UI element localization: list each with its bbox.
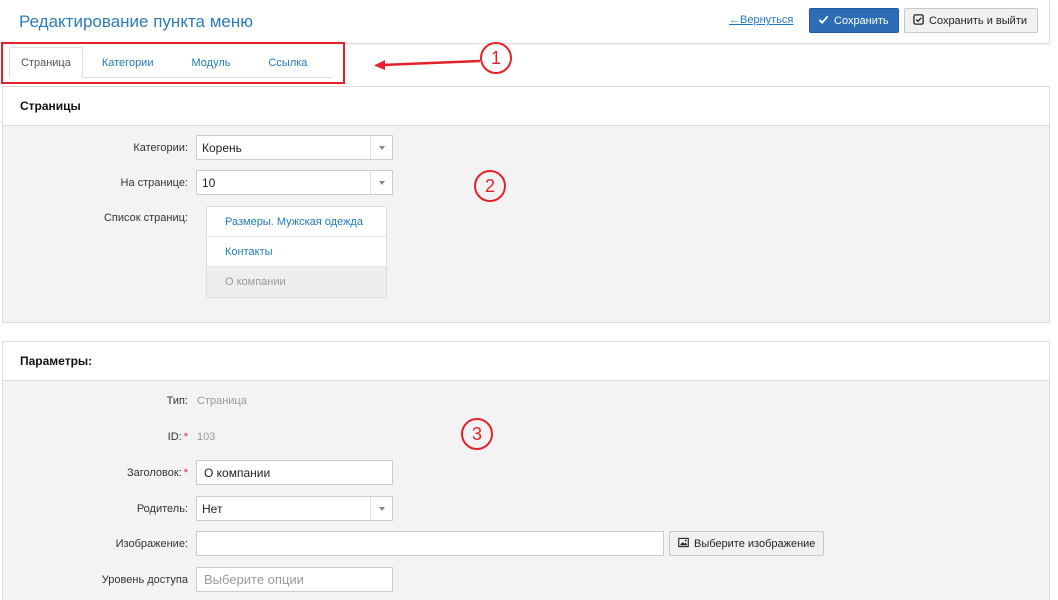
image-input[interactable] (196, 531, 664, 556)
per-page-select[interactable]: 10 (196, 170, 393, 195)
save-and-exit-label: Сохранить и выйти (929, 14, 1027, 27)
list-item[interactable]: Контакты (207, 237, 386, 267)
pages-list-label-row: Список страниц: (3, 212, 196, 224)
parent-value: Нет (202, 501, 223, 516)
parent-select[interactable]: Нет (196, 496, 393, 521)
category-value: Корень (202, 140, 242, 155)
per-page-value: 10 (202, 175, 216, 190)
chevron-down-icon (370, 497, 392, 520)
required-mark: * (183, 431, 188, 443)
image-row: Изображение: Выберите изображение (3, 531, 825, 556)
per-page-label: На странице: (120, 176, 188, 189)
back-link[interactable]: ←Вернуться (729, 14, 793, 26)
annotation-marker-2: 2 (474, 170, 506, 202)
id-label: ID: * (167, 431, 188, 443)
annotation-arrow-icon (374, 59, 481, 70)
image-label: Изображение: (115, 537, 188, 550)
pages-panel-title: Страницы (3, 87, 1049, 126)
choose-image-button[interactable]: Выберите изображение (669, 531, 825, 556)
parent-label: Родитель: (136, 502, 188, 515)
page-header: Редактирование пункта меню ←Вернуться Со… (0, 0, 1050, 44)
id-value: 103 (197, 431, 216, 443)
title-row: Заголовок: * О компании (3, 460, 393, 485)
list-item: О компании (207, 267, 386, 297)
choose-image-label: Выберите изображение (694, 537, 816, 550)
chevron-down-icon (370, 171, 392, 194)
id-row: ID: * 103 (3, 431, 216, 443)
per-page-row: На странице: 10 (3, 170, 393, 195)
type-label: Тип: (166, 395, 188, 407)
title-input[interactable]: О компании (196, 460, 393, 485)
save-button-label: Сохранить (834, 14, 889, 27)
annotation-marker-1: 1 (480, 42, 512, 74)
annotation-marker-3: 3 (461, 418, 493, 450)
type-row: Тип: Страница (3, 395, 247, 407)
image-icon (678, 537, 689, 551)
save-and-exit-button[interactable]: Сохранить и выйти (904, 8, 1038, 33)
pages-panel: Страницы Категории: Корень На странице: … (2, 86, 1050, 323)
chevron-down-icon (370, 136, 392, 159)
list-item[interactable]: Размеры. Мужская одежда (207, 207, 386, 237)
category-row: Категории: Корень (3, 135, 393, 160)
title-label: Заголовок: * (126, 466, 188, 479)
category-label: Категории: (133, 141, 188, 154)
access-row: Уровень доступа Выберите опции (3, 567, 393, 592)
type-value: Страница (197, 395, 247, 407)
pages-list: Размеры. Мужская одежда Контакты О компа… (206, 206, 387, 298)
access-multiselect[interactable]: Выберите опции (196, 567, 393, 592)
required-mark: * (183, 466, 188, 479)
annotation-highlight-box (1, 42, 345, 84)
parameters-panel-title: Параметры: (3, 342, 1049, 381)
page-title: Редактирование пункта меню (19, 12, 253, 31)
category-select[interactable]: Корень (196, 135, 393, 160)
save-button[interactable]: Сохранить (809, 8, 899, 33)
check-icon (818, 14, 829, 28)
access-label: Уровень доступа (101, 573, 188, 586)
pages-list-label: Список страниц: (103, 212, 188, 224)
parent-row: Родитель: Нет (3, 496, 393, 521)
check-square-icon (913, 13, 924, 28)
parameters-panel: Параметры: Тип: Страница ID: * 103 Заголо… (2, 341, 1050, 600)
